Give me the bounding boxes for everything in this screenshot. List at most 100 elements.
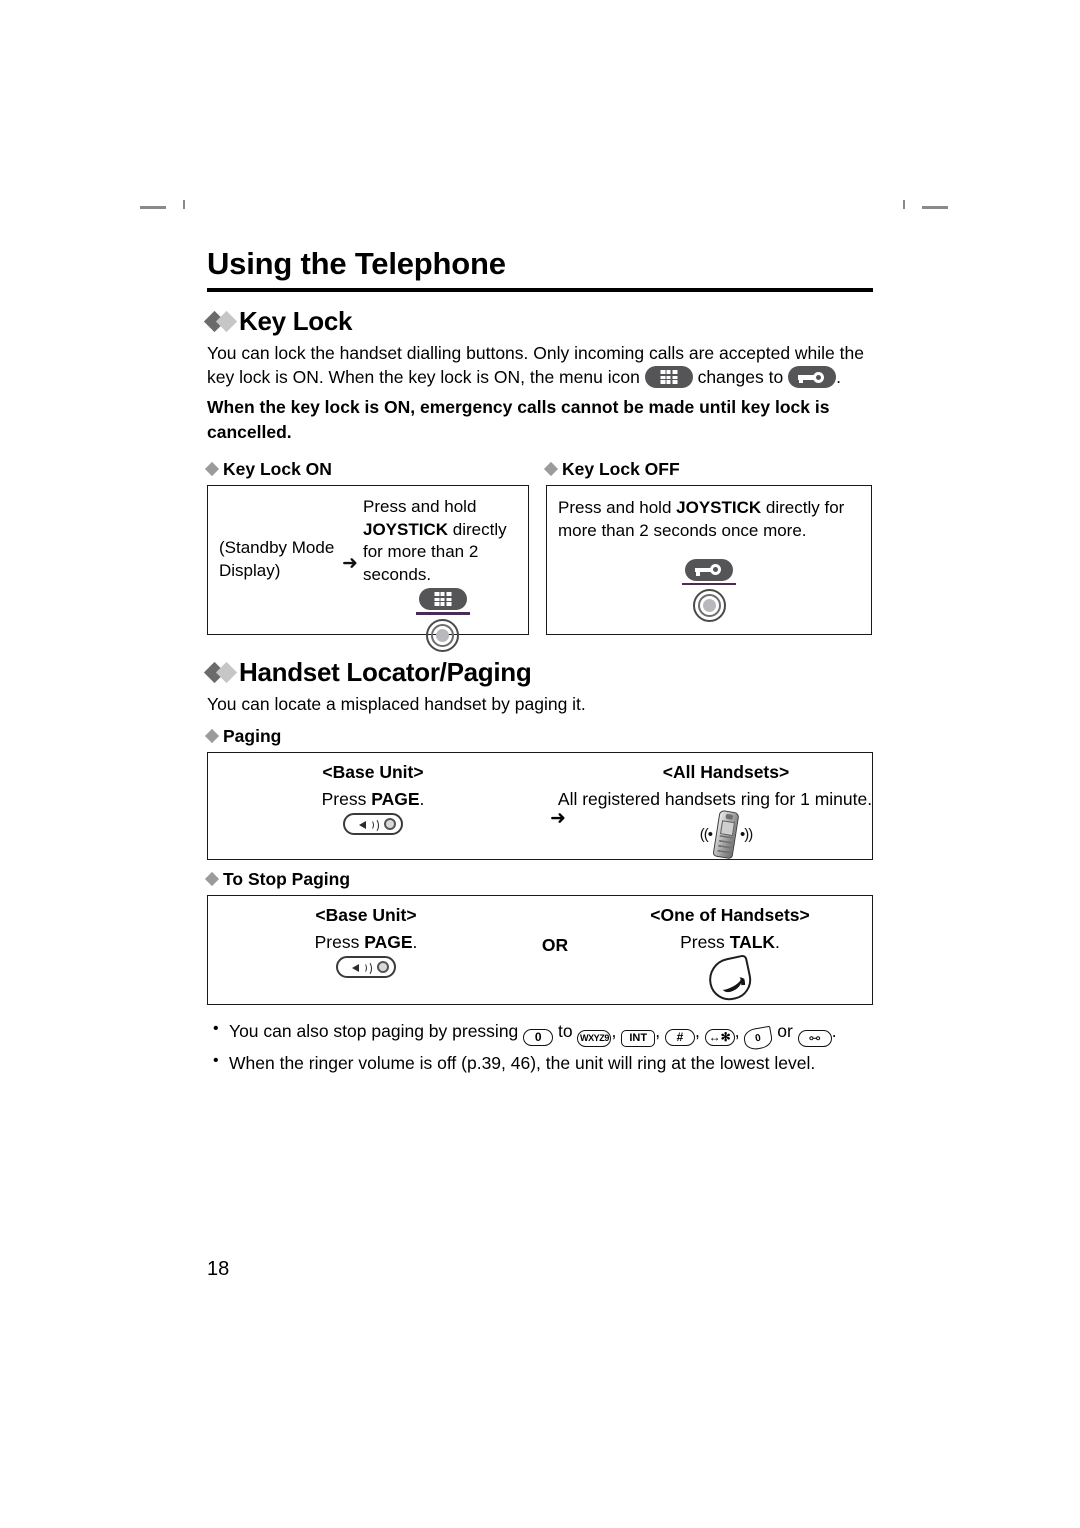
key-star-icon: ↔✻	[704, 1028, 735, 1046]
diamond-small-icon	[543, 462, 559, 477]
sub-heading-key-lock-off: Key Lock OFF	[543, 458, 872, 480]
note1-end: .	[831, 1020, 837, 1041]
stop-base-unit-press: Press PAGE.	[208, 926, 524, 953]
paging-page-bold: PAGE	[371, 788, 420, 809]
page-button-icon	[336, 955, 396, 978]
key-lock-on-line4: seconds.	[363, 564, 432, 584]
key-lock-off-instruction: Press and hold JOYSTICK directly for mor…	[547, 486, 871, 542]
menu-grid-icon	[418, 588, 467, 611]
handset-locator-intro: You can locate a misplaced handset by pa…	[207, 693, 586, 714]
key-lock-on-instruction: Press and hold JOYSTICK directly for mor…	[359, 486, 528, 652]
paging-base-unit-column: <Base Unit> Press PAGE.	[208, 753, 538, 859]
key-lock-off-line2: directly for	[761, 497, 845, 517]
standby-mode-line2: Display)	[219, 560, 281, 580]
key-lock-off-box: Press and hold JOYSTICK directly for mor…	[546, 484, 872, 635]
standby-mode-line1: (Standby Mode	[219, 537, 335, 557]
key-hash-icon: #	[664, 1028, 695, 1046]
key-lock-intro-line2a: key lock is ON. When the key lock is ON,…	[207, 367, 640, 388]
paging-all-handsets-header: <All Handsets>	[662, 761, 790, 782]
paging-all-handsets-text: All registered handsets ring for 1 minut…	[557, 788, 873, 809]
note1-to: to	[553, 1020, 578, 1041]
joystick-icon	[692, 589, 726, 623]
page-button-icon	[343, 812, 403, 835]
section-title-key-lock: Key Lock	[239, 305, 353, 336]
notes-list: You can also stop paging by pressing 0 t…	[207, 1016, 873, 1077]
handset-icon	[712, 809, 740, 860]
standby-mode-label: (Standby Mode Display)	[208, 537, 341, 583]
diamond-light-icon	[215, 661, 238, 684]
diamond-small-icon	[204, 729, 220, 744]
sub-heading-key-lock-off-label: Key Lock OFF	[562, 458, 680, 479]
note1-text-start: You can also stop paging by pressing	[229, 1020, 524, 1041]
key-lock-on-line1: Press and hold	[363, 496, 477, 516]
stop-paging-box: <Base Unit> Press PAGE. OR <One of Hands…	[207, 894, 874, 1005]
sub-heading-paging-label: Paging	[223, 725, 282, 746]
stop-page-bold: PAGE	[364, 931, 413, 952]
key-lock-off-icon-group	[547, 558, 871, 623]
stop-talk-bold: TALK	[729, 931, 776, 952]
crop-mark-top-left-horizontal	[140, 206, 166, 209]
key-9-wxyz-icon: WXYZ9	[577, 1029, 612, 1047]
key-lock-intro-period: .	[836, 367, 841, 388]
stop-or-label: OR	[541, 934, 569, 955]
key-lock-off-joystick-bold: JOYSTICK	[676, 497, 762, 517]
diamond-small-icon	[204, 872, 220, 887]
sub-heading-to-stop-paging-label: To Stop Paging	[223, 868, 351, 889]
diamond-small-icon	[204, 462, 220, 477]
key-0-icon: 0	[523, 1028, 554, 1046]
key-lock-on-line3: for more than 2	[363, 542, 479, 562]
talk-button-icon	[705, 953, 755, 1004]
crop-mark-top-right-horizontal	[922, 206, 948, 209]
section-heading-handset-locator: Handset Locator/Paging	[203, 656, 873, 688]
stop-talk-word: Press	[680, 931, 730, 952]
key-lock-on-box: (Standby Mode Display) ➜ Press and hold …	[207, 484, 529, 652]
paging-press-word: Press	[321, 788, 372, 809]
stop-one-handset-press: Press TALK.	[586, 926, 874, 953]
sub-heading-paging: Paging	[204, 725, 873, 747]
stop-press-word: Press	[314, 931, 365, 952]
key-speakerphone-icon: ⧟	[797, 1029, 832, 1047]
section-heading-key-lock: Key Lock	[203, 305, 873, 337]
paging-base-unit-header: <Base Unit>	[322, 761, 424, 782]
ring-wave-right-icon: •))	[740, 825, 753, 843]
key-lock-on-icon-group	[363, 588, 522, 652]
joystick-underline	[682, 582, 736, 586]
key-lock-on-line2: directly	[448, 519, 507, 539]
crop-mark-top-left-vertical	[183, 200, 185, 209]
handset-ringing-icon: ((• •))	[578, 809, 874, 860]
stop-press-period: .	[412, 931, 418, 952]
note-ringer-volume: When the ringer volume is off (p.39, 46)…	[207, 1048, 873, 1077]
sub-heading-key-lock-on-label: Key Lock ON	[223, 458, 332, 479]
key-lock-boxes: (Standby Mode Display) ➜ Press and hold …	[207, 484, 873, 652]
page-content: Using the Telephone Key Lock You can loc…	[203, 246, 874, 1077]
crop-mark-top-right-vertical	[903, 200, 905, 209]
page-title: Using the Telephone	[207, 246, 506, 281]
arrow-icon: ➜	[342, 553, 358, 575]
ring-wave-left-icon: ((•	[699, 825, 713, 843]
key-lock-icon	[788, 366, 837, 389]
stop-talk-period: .	[775, 931, 780, 952]
note1-or: or	[772, 1020, 798, 1041]
key-lock-icon	[685, 558, 733, 581]
sub-heading-key-lock-on: Key Lock ON	[204, 458, 529, 480]
key-lock-intro: You can lock the handset dialling button…	[207, 341, 873, 391]
key-int-icon: INT	[621, 1029, 656, 1047]
note-stop-paging-keys: You can also stop paging by pressing 0 t…	[207, 1016, 873, 1052]
joystick-icon	[426, 618, 459, 652]
joystick-underline	[415, 612, 470, 615]
key-lock-intro-line2b: changes to	[697, 367, 784, 388]
stop-one-handset-header: <One of Handsets>	[650, 904, 810, 925]
paging-box: <Base Unit> Press PAGE. ➜ <All Handsets>…	[207, 751, 874, 860]
paging-press-period: .	[419, 788, 425, 809]
section-title-handset-locator: Handset Locator/Paging	[239, 656, 532, 687]
stop-one-handset-column: <One of Handsets> Press TALK.	[586, 896, 874, 1004]
stop-base-unit-header: <Base Unit>	[315, 904, 417, 925]
paging-all-handsets-column: <All Handsets> All registered handsets r…	[558, 753, 874, 860]
paging-base-unit-press: Press PAGE.	[208, 783, 538, 810]
key-lock-intro-line1: You can lock the handset dialling button…	[207, 342, 864, 363]
menu-grid-icon	[644, 366, 693, 389]
stop-base-unit-column: <Base Unit> Press PAGE.	[208, 896, 524, 1004]
key-lock-warning: When the key lock is ON, emergency calls…	[207, 397, 830, 443]
key-off-icon: 0	[742, 1025, 775, 1052]
key-lock-off-line1: Press and hold	[558, 497, 677, 517]
